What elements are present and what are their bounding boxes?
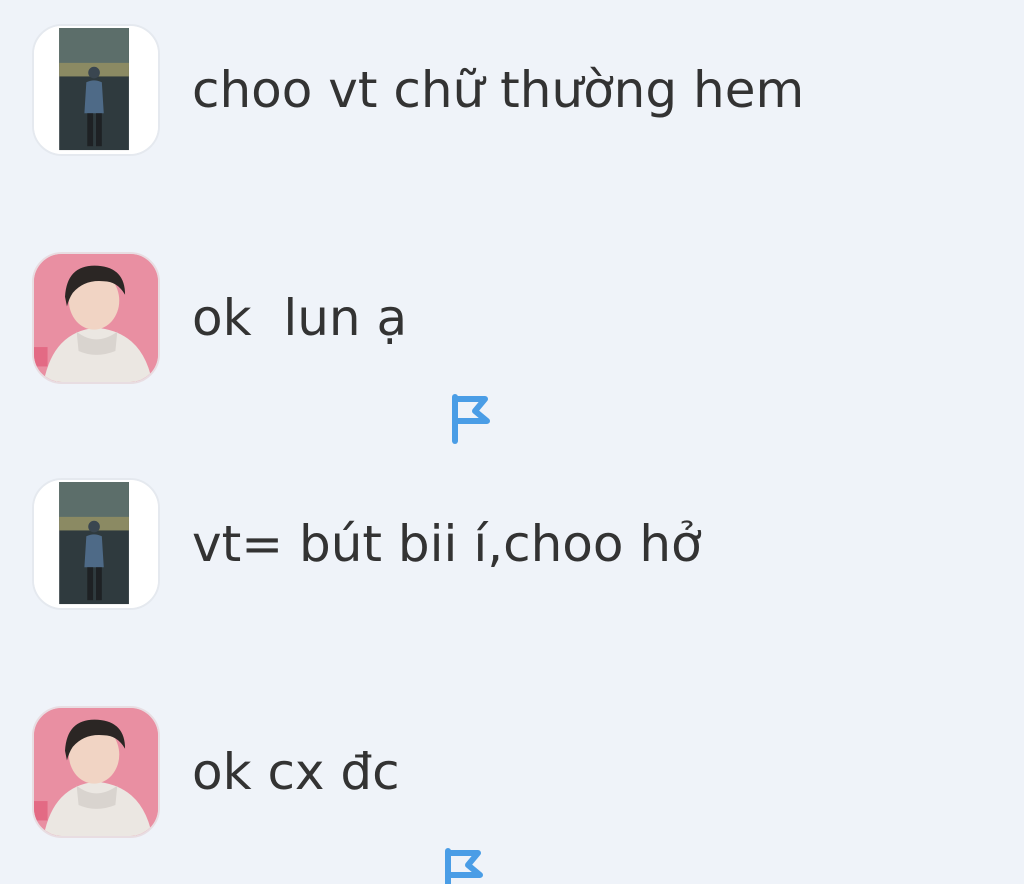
- message-text-content: ok lun ạ: [192, 289, 408, 347]
- avatar[interactable]: [32, 252, 160, 384]
- avatar-photo-silhouette: [34, 26, 158, 154]
- avatar[interactable]: [32, 706, 160, 838]
- chat-message: ok lun ạ: [0, 252, 1024, 444]
- chat-message: vt= bút bii í,choo hở: [0, 478, 1024, 610]
- message-text-content: ok cx đc: [192, 743, 400, 801]
- message-text-content: vt= bút bii í,choo hở: [192, 515, 702, 573]
- chat-message: choo vt chữ thường hem: [0, 24, 1024, 156]
- message-text: vt= bút bii í,choo hở: [192, 519, 702, 569]
- message-text-content: choo vt chữ thường hem: [192, 61, 805, 119]
- avatar-photo-person: [34, 708, 158, 836]
- flag-icon[interactable]: [438, 745, 486, 884]
- flag-icon[interactable]: [445, 291, 493, 444]
- chat-message: ok cx đc: [0, 706, 1024, 884]
- message-text: ok cx đc: [192, 743, 486, 884]
- avatar[interactable]: [32, 24, 160, 156]
- avatar[interactable]: [32, 478, 160, 610]
- avatar-photo-silhouette: [34, 480, 158, 608]
- chat-thread: choo vt chữ thường hem ok lun ạ vt= bút …: [0, 0, 1024, 884]
- avatar-photo-person: [34, 254, 158, 382]
- message-text: choo vt chữ thường hem: [192, 65, 804, 115]
- message-text: ok lun ạ: [192, 289, 493, 444]
